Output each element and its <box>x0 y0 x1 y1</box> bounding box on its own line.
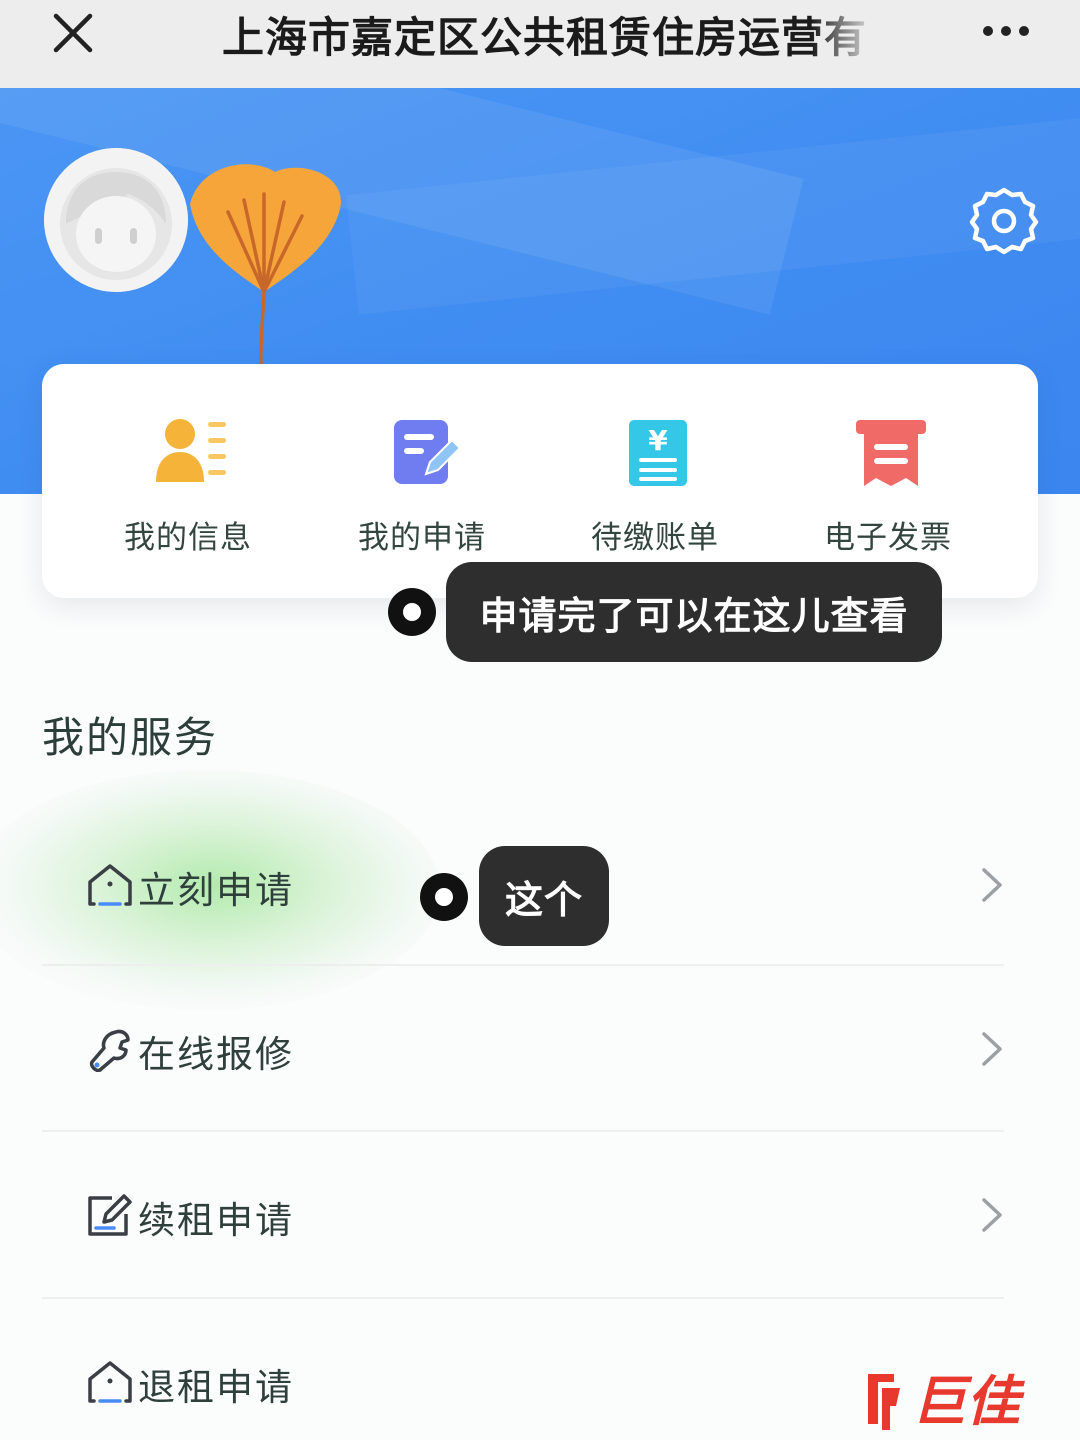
avatar-icon <box>44 148 188 292</box>
page-title: 上海市嘉定区公共租赁住房运营有 <box>222 13 868 62</box>
service-item-label: 在线报修 <box>138 1033 294 1076</box>
invoice-icon <box>856 420 926 486</box>
services-section-title: 我的服务 <box>42 713 219 762</box>
quick-action-label: 电子发票 <box>824 520 952 556</box>
title-bar: 上海市嘉定区公共租赁住房运营有 <box>0 0 1080 88</box>
quick-action-my-applications[interactable]: 我的申请 <box>312 416 532 566</box>
user-info-icon <box>156 419 226 482</box>
chevron-right-icon <box>982 1198 1002 1232</box>
edit-icon <box>88 1194 132 1236</box>
chevron-right-icon <box>982 1032 1002 1066</box>
service-item-label: 续租申请 <box>138 1199 294 1242</box>
service-item-lease-renewal[interactable]: 续租申请 <box>42 1132 1004 1296</box>
avatar[interactable] <box>44 148 188 292</box>
watermark-logo: 巨佳 <box>868 1370 1025 1432</box>
svg-text:巨佳: 巨佳 <box>912 1370 1025 1432</box>
edit-document-icon <box>394 420 460 484</box>
wrench-icon <box>89 1029 130 1072</box>
service-item-online-repair[interactable]: 在线报修 <box>42 966 1004 1130</box>
chevron-right-icon <box>982 868 1002 902</box>
svg-text:¥: ¥ <box>648 424 668 457</box>
house-icon <box>88 864 132 906</box>
service-item-label: 立刻申请 <box>138 869 294 912</box>
bill-icon: ¥ <box>629 420 687 486</box>
close-icon[interactable] <box>50 10 96 56</box>
quick-action-label: 我的申请 <box>358 520 486 556</box>
gear-icon[interactable] <box>968 184 1040 256</box>
house-icon <box>88 1361 132 1403</box>
tooltip-pointer <box>420 873 468 921</box>
service-item-label: 退租申请 <box>138 1366 294 1409</box>
tooltip-pointer <box>388 588 436 636</box>
quick-action-pending-bills[interactable]: ¥ 待缴账单 <box>545 416 765 566</box>
quick-action-label: 待缴账单 <box>591 520 719 556</box>
service-item-lease-termination[interactable]: 退租申请 <box>42 1299 1004 1440</box>
apply-now-tooltip: 这个 <box>479 846 609 946</box>
quick-action-label: 我的信息 <box>124 520 252 556</box>
quick-action-e-invoice[interactable]: 电子发票 <box>778 416 998 566</box>
quick-action-my-info[interactable]: 我的信息 <box>78 416 298 566</box>
applications-tooltip: 申请完了可以在这儿查看 <box>446 562 942 662</box>
more-icon[interactable] <box>976 16 1036 46</box>
